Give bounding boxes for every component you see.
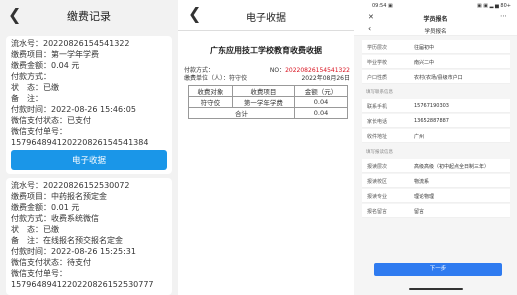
serial-number: 流水号：20220826152530072 — [11, 181, 130, 190]
status-bar: 09:54 ▣ ▣ ▣ ▂ ▅ 80+ — [354, 0, 517, 12]
field-value: 南兴二中 — [414, 60, 435, 66]
form-field-major[interactable]: 报读专业 理论物理 — [362, 189, 510, 203]
payment-records-screen: ❮ 缴费记录 流水号：20220826154541322 缴费项目：第一学年学费… — [0, 0, 178, 295]
page-title: 电子收据 — [246, 13, 286, 24]
form-field-school[interactable]: 毕业学校 南兴二中 — [362, 55, 510, 69]
field-value: 往届初中 — [414, 45, 435, 51]
table-total-row: 合计 0.04 — [188, 107, 349, 119]
total-label: 合计 — [188, 107, 295, 119]
table-header: 收费对象 — [188, 85, 233, 97]
form-field-address[interactable]: 收件地址 广州 — [362, 129, 510, 143]
field-label: 毕业学校 — [367, 60, 388, 66]
section-heading-contact: 填写联系信息 — [366, 90, 393, 95]
table-header: 收费项目 — [231, 85, 295, 97]
field-label: 报名留言 — [367, 209, 388, 215]
receipt-number-label: NO： — [269, 67, 286, 74]
table-cell: 符守佼 — [188, 96, 233, 108]
wechat-pay-status: 微信支付状态：待支付 — [11, 258, 91, 267]
status-time: 09:54 ▣ — [372, 3, 393, 9]
section-heading-major: 填写报读信息 — [366, 150, 393, 155]
window-bar: ✕ 学员报名 ⋯ — [354, 12, 517, 24]
payment-record-card: 流水号：20220826152530072 缴费项目：中药报名预定金 缴费金额：… — [6, 178, 172, 295]
home-indicator — [409, 288, 463, 290]
page-title: 缴费记录 — [67, 10, 111, 23]
table-header: 金额（元） — [293, 85, 349, 97]
next-step-button[interactable]: 下一步 — [374, 263, 502, 276]
field-label: 家长电话 — [367, 119, 388, 125]
payment-amount: 缴费金额：0.01 元 — [11, 203, 80, 212]
payment-method: 付款方式：收费系统微信 — [11, 214, 99, 223]
table-header-row: 收费对象 收费项目 金额（元） — [188, 85, 349, 97]
field-label: 收件地址 — [367, 134, 388, 140]
receipt-meta-row: 缴费单位（人）：符守佼 2022年08月26日 — [184, 75, 350, 83]
payment-item: 缴费项目：中药报名预定金 — [11, 192, 107, 201]
field-label: 报读校区 — [367, 179, 388, 185]
wechat-order-label: 微信支付单号： — [11, 269, 67, 278]
field-value: 高级高级（初中起点全日制三年） — [414, 164, 490, 170]
payment-method: 付款方式： — [11, 72, 51, 81]
payment-status: 状 态：已缴 — [11, 225, 59, 234]
form-field-campus[interactable]: 报读校区 物流系 — [362, 174, 510, 188]
receipt-meta-row: 付款方式： NO：20220826154541322 — [184, 67, 350, 75]
table-cell: 0.04 — [293, 96, 349, 108]
header: ❮ 缴费记录 — [0, 0, 178, 36]
page-header: ‹ 学员报名 — [354, 24, 517, 36]
field-value: 广州 — [414, 134, 425, 140]
payment-remark: 备 注： — [11, 94, 43, 103]
receipt-number-value: 20220826154541322 — [285, 67, 350, 74]
wechat-pay-status: 微信支付状态：已支付 — [11, 116, 91, 125]
page-title: 学员报名 — [424, 29, 447, 35]
payer: 缴费单位（人）：符守佼 — [184, 75, 248, 82]
divider — [178, 30, 354, 31]
wechat-order-number: 157964894120220826154541384 — [11, 138, 149, 147]
more-icon[interactable]: ⋯ — [500, 12, 507, 20]
form-field-education[interactable]: 学历层次 往届初中 — [362, 40, 510, 54]
serial-number: 流水号：20220826154541322 — [11, 39, 130, 48]
receipt-table: 收费对象 收费项目 金额（元） 符守佼 第一学年学费 0.04 合计 0.04 — [188, 85, 349, 119]
payment-status: 状 态：已缴 — [11, 83, 59, 92]
field-value: 15767190303 — [414, 103, 449, 109]
enrollment-screen: 09:54 ▣ ▣ ▣ ▂ ▅ 80+ ✕ 学员报名 ⋯ ‹ 学员报名 学历层次… — [354, 0, 517, 295]
field-value: 13652887887 — [414, 118, 449, 124]
field-value: 理论物理 — [414, 194, 435, 200]
table-cell: 第一学年学费 — [231, 96, 295, 108]
payment-item: 缴费项目：第一学年学费 — [11, 50, 99, 59]
payment-remark: 备 注：在线报名预交报名定金 — [11, 236, 123, 245]
form-field-level[interactable]: 报读层次 高级高级（初中起点全日制三年） — [362, 159, 510, 173]
form-field-message[interactable]: 报名留言 留言 — [362, 204, 510, 218]
field-value: 物流系 — [414, 179, 430, 185]
header: ❮ 电子收据 — [178, 0, 354, 30]
payment-time: 付款时间：2022-08-26 15:25:31 — [11, 247, 136, 256]
form-field-household[interactable]: 户口性质 农村(农场/县级市户口 — [362, 70, 510, 84]
e-receipt-screen: ❮ 电子收据 广东应用技工学校教育收费收据 付款方式： NO：202208261… — [178, 0, 354, 295]
field-value: 留言 — [414, 209, 425, 215]
wechat-order-label: 微信支付单号： — [11, 127, 67, 136]
field-value: 农村(农场/县级市户口 — [414, 75, 463, 81]
payment-amount: 缴费金额：0.04 元 — [11, 61, 80, 70]
total-value: 0.04 — [293, 107, 349, 119]
form-field-mobile[interactable]: 联系手机 15767190303 — [362, 99, 510, 113]
payment-method-label: 付款方式： — [184, 67, 215, 74]
field-label: 报读层次 — [367, 164, 388, 170]
field-label: 报读专业 — [367, 194, 388, 200]
payment-record-card: 流水号：20220826154541322 缴费项目：第一学年学费 缴费金额：0… — [6, 36, 172, 174]
payment-time: 付款时间：2022-08-26 15:46:05 — [11, 105, 136, 114]
receipt-date: 2022年08月26日 — [301, 75, 350, 82]
wechat-order-number: 1579648941220220826152530777 — [11, 280, 154, 289]
field-label: 学历层次 — [367, 45, 388, 51]
window-title: 学员报名 — [423, 16, 448, 23]
field-label: 联系手机 — [367, 104, 388, 110]
form-field-parent-phone[interactable]: 家长电话 13652887887 — [362, 114, 510, 128]
table-row: 符守佼 第一学年学费 0.04 — [188, 96, 349, 108]
e-receipt-button[interactable]: 电子收据 — [11, 150, 167, 170]
status-icons: ▣ ▣ ▂ ▅ 80+ — [476, 3, 511, 9]
receipt-title: 广东应用技工学校教育收费收据 — [210, 46, 322, 55]
receipt-number: NO：20220826154541322 — [270, 67, 350, 75]
field-label: 户口性质 — [367, 75, 388, 81]
